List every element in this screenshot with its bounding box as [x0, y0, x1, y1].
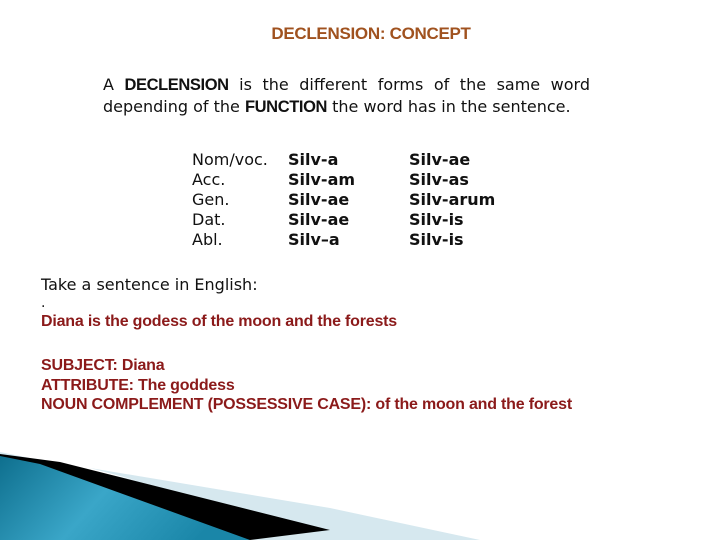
example-section: Take a sentence in English: . Diana is t…: [41, 274, 397, 334]
declension-table: Nom/voc. Silv-a Silv-ae Acc. Silv-am Sil…: [192, 150, 495, 250]
case-label: Nom/voc.: [192, 150, 268, 169]
decorative-swoosh: [0, 452, 480, 540]
singular-form: Silv-ae: [288, 210, 350, 229]
definition-paragraph: A DECLENSION is the different forms of t…: [103, 74, 590, 118]
table-row: Acc. Silv-am Silv-as: [192, 170, 495, 190]
plural-form: Silv-arum: [409, 190, 496, 209]
analysis-noun-complement: NOUN COMPLEMENT (POSSESSIVE CASE): of th…: [41, 396, 572, 413]
case-label: Dat.: [192, 210, 226, 229]
plural-form: Silv-is: [409, 210, 464, 229]
analysis-subject: SUBJECT: Diana: [41, 357, 165, 374]
singular-form: Silv-a: [288, 150, 339, 169]
example-intro: Take a sentence in English:: [41, 275, 258, 294]
singular-form: Silv-am: [288, 170, 356, 189]
singular-form: Silv–a: [288, 230, 340, 249]
plural-form: Silv-ae: [409, 150, 471, 169]
plural-form: Silv-is: [409, 230, 464, 249]
case-label: Abl.: [192, 230, 223, 249]
term-declension: DECLENSION: [124, 76, 229, 94]
definition-text-1: A: [103, 75, 125, 94]
table-row: Nom/voc. Silv-a Silv-ae: [192, 150, 495, 170]
case-label: Acc.: [192, 170, 226, 189]
singular-form: Silv-ae: [288, 190, 350, 209]
term-function: FUNCTION: [244, 98, 328, 116]
table-row: Gen. Silv-ae Silv-arum: [192, 190, 495, 210]
definition-text-3: the word has in the sentence.: [327, 97, 571, 116]
table-row: Abl. Silv–a Silv-is: [192, 230, 495, 250]
example-dot: .: [41, 295, 46, 311]
plural-form: Silv-as: [409, 170, 469, 189]
table-row: Dat. Silv-ae Silv-is: [192, 210, 495, 230]
example-sentence: Diana is the godess of the moon and the …: [41, 313, 397, 330]
sentence-analysis: SUBJECT: Diana ATTRIBUTE: The goddess NO…: [41, 356, 572, 415]
slide-title: DECLENSION: CONCEPT: [271, 24, 471, 43]
case-label: Gen.: [192, 190, 230, 209]
analysis-attribute: ATTRIBUTE: The goddess: [41, 376, 235, 394]
